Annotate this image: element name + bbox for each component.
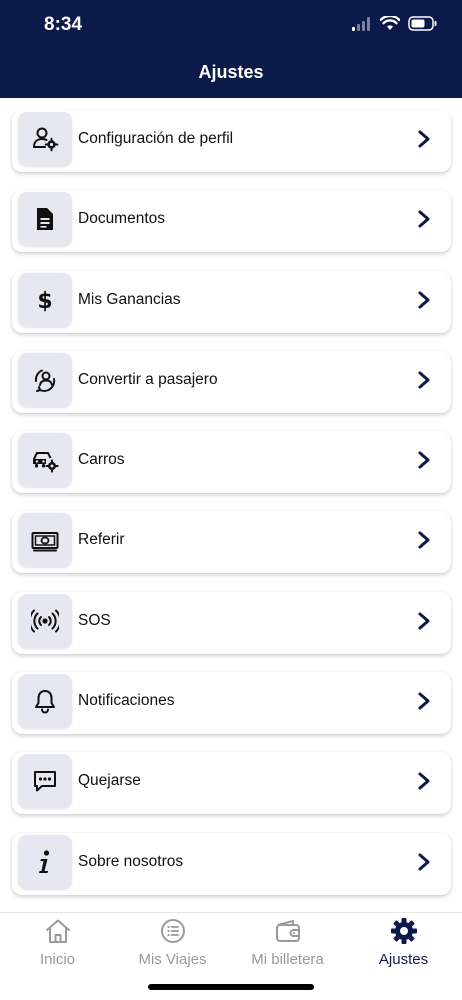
dollar-icon: $ [37, 289, 52, 314]
menu-item-label: Mis Ganancias [78, 291, 181, 308]
bell-icon [35, 690, 55, 714]
menu-item-convert-passenger[interactable]: Convertir a pasajero [12, 351, 451, 413]
tab-ajustes[interactable]: Ajustes [346, 917, 461, 973]
menu-item-label: Notificaciones [78, 692, 175, 709]
menu-item-complain[interactable]: Quejarse [12, 752, 451, 814]
menu-item-label: Quejarse [78, 772, 141, 789]
convert-passenger-icon [34, 369, 56, 392]
menu-item-about[interactable]: Sobre nosotros [12, 833, 451, 895]
menu-item-label: Carros [78, 451, 125, 468]
status-icons [352, 16, 438, 31]
home-indicator [148, 984, 314, 990]
tab-mis-viajes[interactable]: Mis Viajes [115, 917, 230, 973]
tab-inicio[interactable]: Inicio [0, 917, 115, 973]
wifi-icon [380, 16, 400, 30]
tab-label: Inicio [39, 951, 76, 968]
chevron-right-icon [418, 531, 430, 549]
battery-icon [408, 16, 437, 31]
menu-item-profile-settings[interactable]: Configuración de perfil [12, 110, 451, 172]
icon-box [18, 353, 72, 407]
chevron-right-icon [418, 451, 430, 469]
document-icon [37, 208, 53, 230]
menu-item-label: Configuración de perfil [78, 130, 234, 147]
menu-item-documents[interactable]: Documentos [12, 190, 451, 252]
tab-label: Mis Viajes [138, 951, 207, 968]
menu-item-cars[interactable]: Carros [12, 431, 451, 493]
info-icon [39, 850, 50, 873]
gear-icon [390, 918, 417, 944]
chevron-right-icon [418, 371, 430, 389]
menu-item-label: Documentos [78, 210, 166, 227]
tab-label: Mi billetera [251, 951, 324, 968]
icon-box [18, 594, 72, 648]
icon-box [18, 433, 72, 487]
wallet-icon [275, 920, 300, 942]
money-icon [31, 532, 59, 552]
app-header: 8:34 Ajustes [0, 0, 462, 98]
user-settings-icon [33, 127, 59, 152]
list-icon [160, 919, 185, 943]
chevron-right-icon [418, 291, 430, 309]
tab-mi-billetera[interactable]: Mi billetera [230, 917, 345, 973]
chevron-right-icon [418, 772, 430, 790]
chevron-right-icon [418, 130, 430, 148]
menu-item-earnings[interactable]: $ Mis Ganancias [12, 271, 451, 333]
home-icon [45, 919, 70, 943]
menu-item-sos[interactable]: SOS [12, 592, 451, 654]
icon-box [18, 513, 72, 567]
chat-icon [34, 771, 56, 792]
menu-item-label: Sobre nosotros [78, 853, 184, 870]
menu-item-label: SOS [78, 612, 111, 629]
menu-item-label: Referir [78, 531, 125, 548]
menu-item-refer[interactable]: Referir [12, 511, 451, 573]
icon-box [18, 835, 72, 889]
icon-box [18, 754, 72, 808]
broadcast-icon [31, 609, 59, 633]
icon-box: $ [18, 273, 72, 327]
page-title: Ajustes [198, 62, 264, 82]
chevron-right-icon [418, 692, 430, 710]
status-time: 8:34 [44, 14, 83, 35]
tab-label: Ajustes [378, 951, 429, 968]
menu-item-label: Convertir a pasajero [78, 371, 218, 388]
menu-item-notifications[interactable]: Notificaciones [12, 672, 451, 734]
icon-box [18, 112, 72, 166]
chevron-right-icon [418, 853, 430, 871]
icon-box [18, 674, 72, 728]
svg-text:$: $ [37, 289, 52, 314]
icon-box [18, 192, 72, 246]
signal-icon [352, 16, 370, 31]
chevron-right-icon [418, 612, 430, 630]
car-settings-icon [33, 452, 59, 473]
chevron-right-icon [418, 210, 430, 228]
